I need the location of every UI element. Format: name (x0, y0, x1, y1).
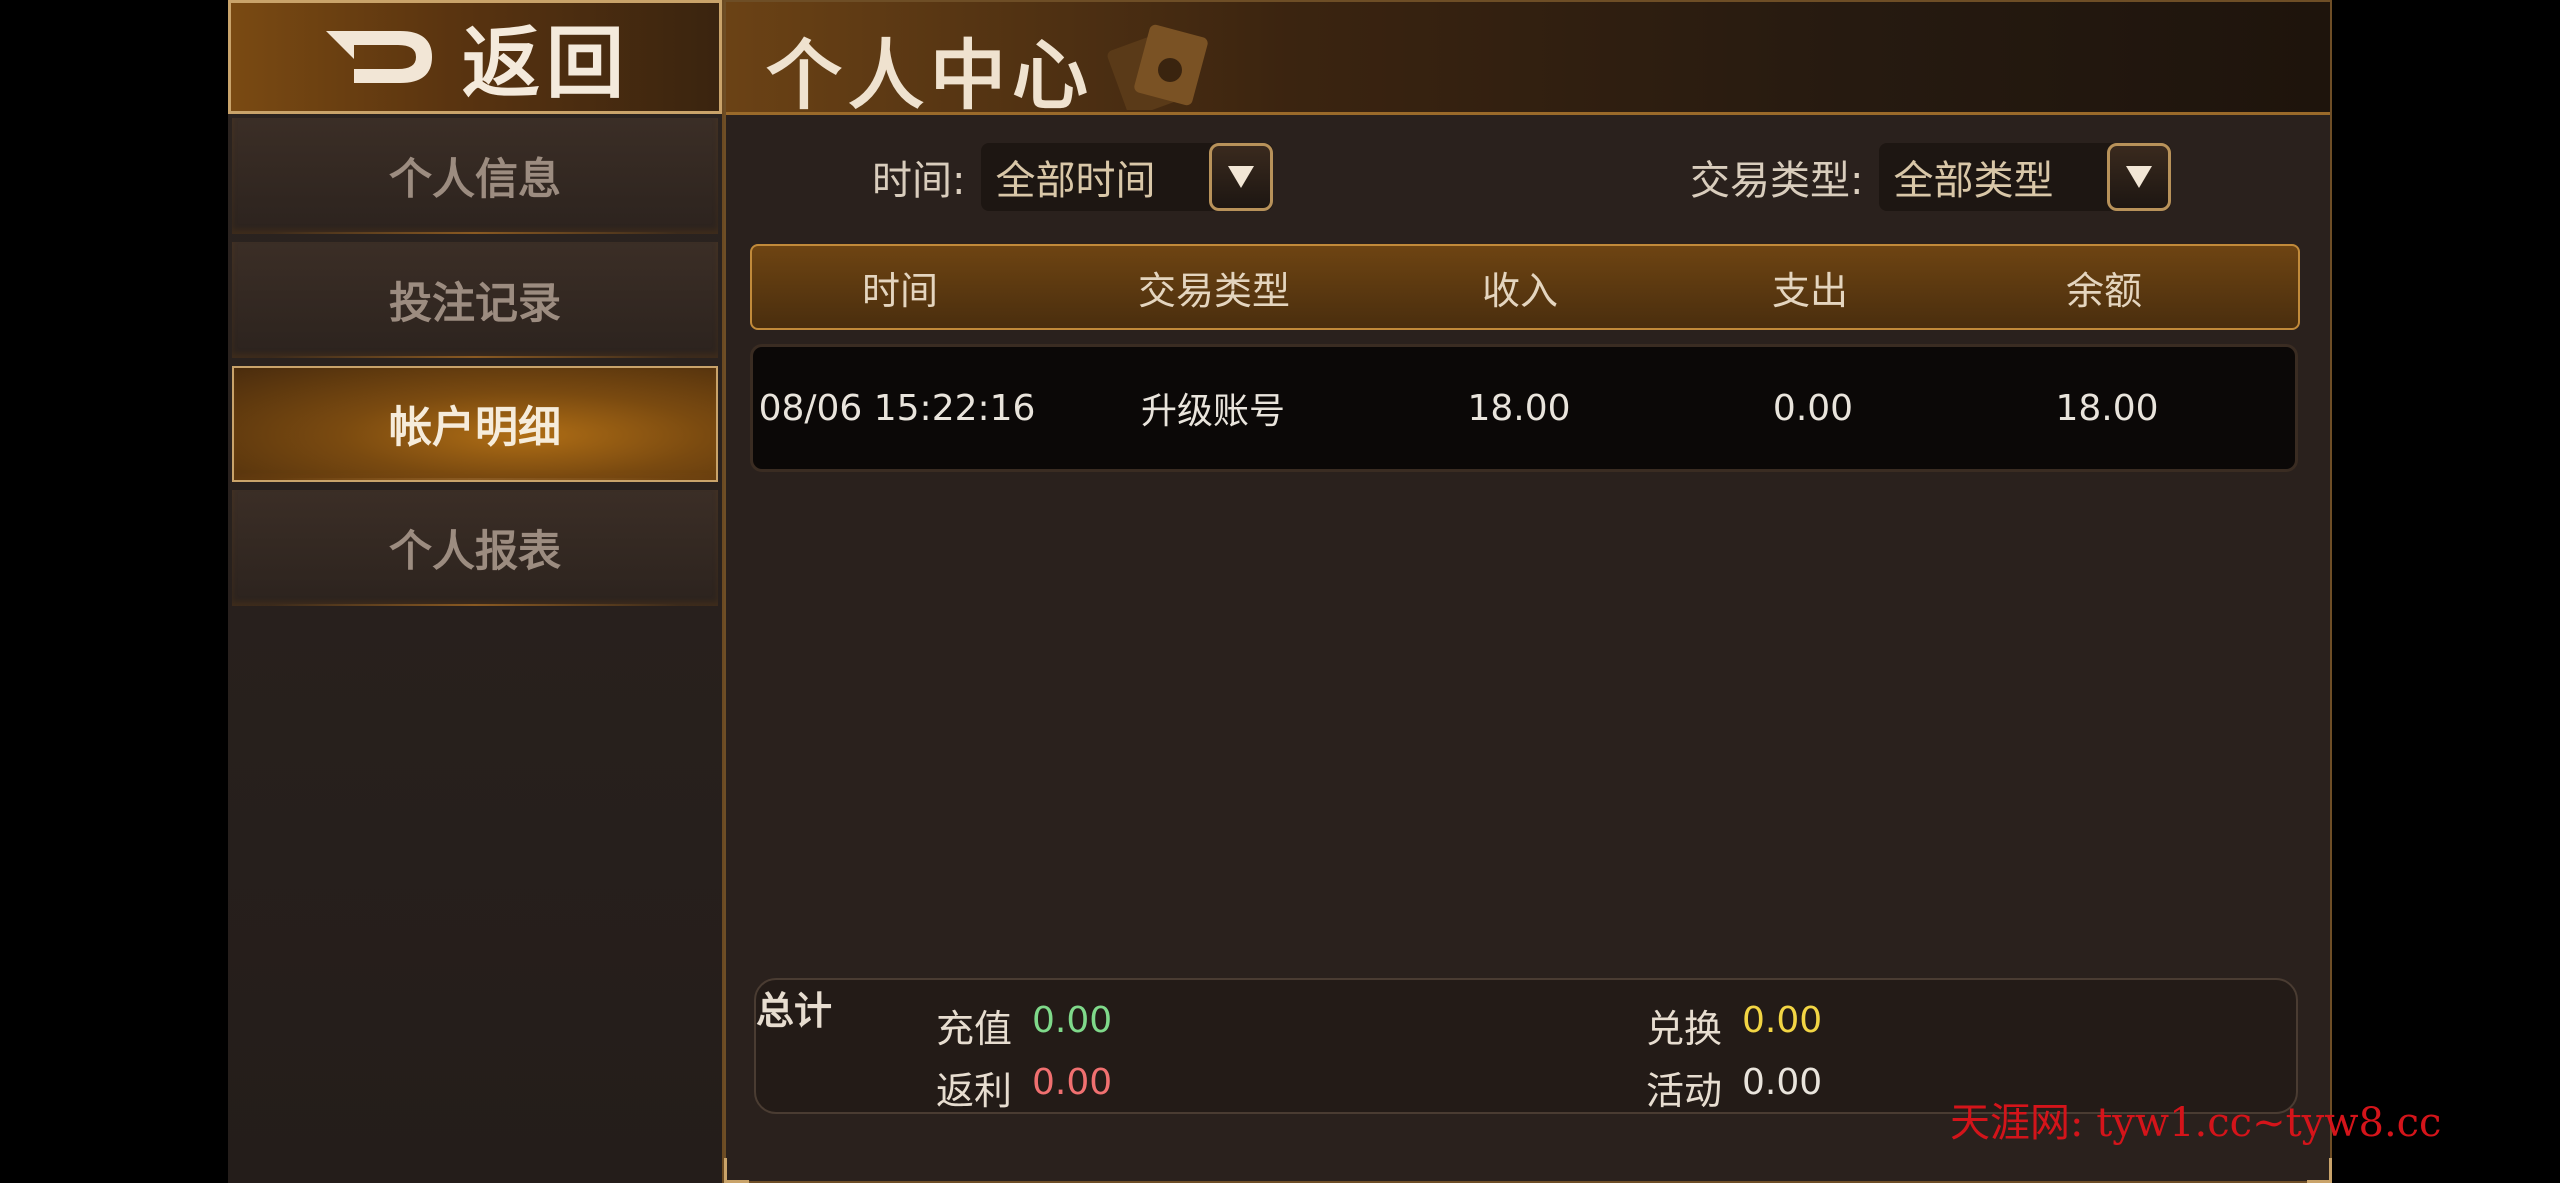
recharge-value: 0.00 (1032, 1000, 1113, 1041)
sidebar: 返回 个人信息 投注记录 帐户明细 个人报表 (228, 0, 724, 1183)
time-filter-label: 时间: (872, 158, 966, 204)
app-window: 返回 个人信息 投注记录 帐户明细 个人报表 个人中心 时间: 全部时间 交易类… (228, 0, 2332, 1183)
rebate-label: 返利 (936, 1069, 1013, 1113)
sidebar-item-label: 帐户明细 (389, 403, 561, 453)
type-select[interactable]: 全部类型 (1879, 143, 2172, 211)
column-header-expense: 支出 (1771, 268, 1849, 313)
time-select[interactable]: 全部时间 (981, 143, 1274, 211)
recharge-label: 充值 (936, 1007, 1013, 1051)
column-header-income: 收入 (1481, 268, 1559, 313)
column-header-type: 交易类型 (1137, 268, 1291, 313)
cell-balance: 18.00 (2055, 387, 2159, 429)
cell-type: 升级账号 (1140, 391, 1286, 432)
activity-label: 活动 (1646, 1069, 1723, 1113)
type-select-value: 全部类型 (1893, 158, 2054, 204)
type-filter: 交易类型: 全部类型 (1690, 142, 2172, 212)
table-header: 时间 交易类型 收入 支出 余额 (750, 244, 2300, 330)
back-arrow-icon (325, 31, 432, 83)
chevron-down-icon[interactable] (2107, 143, 2172, 211)
cell-time: 08/06 15:22:16 (758, 387, 1036, 429)
chevron-down-icon[interactable] (1209, 143, 1274, 211)
type-filter-label: 交易类型: (1690, 158, 1864, 204)
sidebar-item-label: 投注记录 (389, 279, 561, 329)
page-title: 个人中心 (766, 31, 1094, 120)
sidebar-item-bet-records[interactable]: 投注记录 (232, 242, 718, 358)
cards-decoration-icon (1107, 24, 1208, 110)
frame-corner-decoration (724, 1158, 749, 1183)
cell-expense: 0.00 (1772, 387, 1854, 429)
sidebar-item-personal-report[interactable]: 个人报表 (232, 490, 718, 606)
main-panel: 个人中心 时间: 全部时间 交易类型: 全部类型 时间 交易类型 收入 支出 余… (724, 0, 2332, 1183)
time-select-value: 全部时间 (995, 158, 1156, 204)
summary-title: 总计 (756, 989, 833, 1033)
time-filter: 时间: 全部时间 (872, 142, 1274, 212)
frame-corner-decoration (2307, 1158, 2332, 1183)
watermark-text: 天涯网: tyw1.cc~tyw8.cc (1950, 1100, 2442, 1146)
rebate-value: 0.00 (1032, 1062, 1113, 1103)
sidebar-item-label: 个人报表 (389, 527, 561, 577)
exchange-value: 0.00 (1742, 1000, 1823, 1041)
cell-income: 18.00 (1467, 387, 1571, 429)
exchange-label: 兑换 (1646, 1007, 1723, 1051)
sidebar-item-account-details[interactable]: 帐户明细 (232, 366, 718, 482)
sidebar-item-personal-info[interactable]: 个人信息 (232, 118, 718, 234)
column-header-time: 时间 (861, 268, 939, 313)
header: 个人中心 (726, 2, 2330, 120)
activity-value: 0.00 (1742, 1062, 1823, 1103)
back-label: 返回 (461, 18, 630, 109)
table-row: 08/06 15:22:16 升级账号 18.00 0.00 18.00 (750, 344, 2298, 472)
column-header-balance: 余额 (2065, 268, 2143, 313)
back-button[interactable]: 返回 (228, 0, 722, 114)
sidebar-item-label: 个人信息 (389, 155, 561, 205)
